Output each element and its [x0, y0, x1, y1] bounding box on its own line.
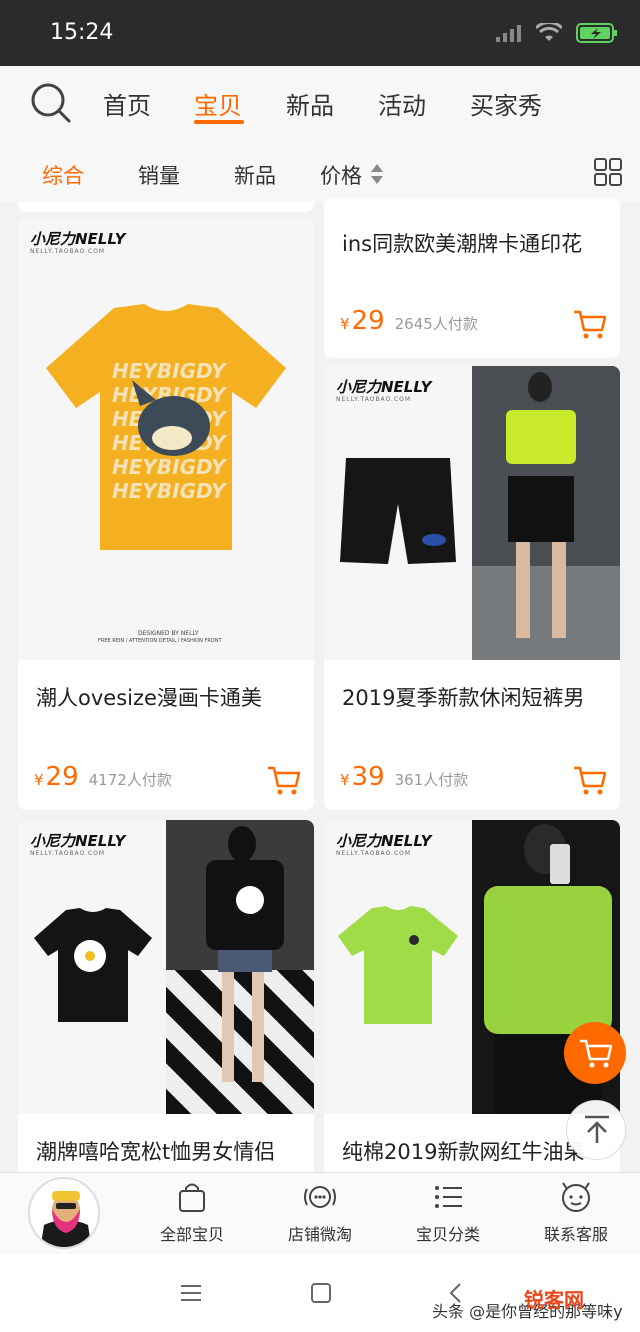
yellow-tshirt-image: HEYBIGDY HEYBIGDY HEYBIGDY HEYBIGDY HEYB… [46, 304, 286, 550]
cart-icon[interactable] [266, 764, 300, 796]
product-card[interactable]: 小尼力NELLY NELLY.TAOBAO.COM 2019夏季新款休闲短裤男 … [324, 366, 620, 810]
bottom-label: 店铺微淘 [287, 1225, 352, 1244]
status-icons [496, 22, 618, 44]
status-time: 15:24 [50, 20, 114, 45]
sold-count: 4172人付款 [88, 771, 172, 789]
wifi-icon [536, 23, 562, 41]
print-line: HEYBIGDY [112, 359, 228, 383]
price-row: ¥ 29 4172人付款 [34, 762, 172, 792]
product-card[interactable]: ins同款欧美潮牌卡通印花 ¥ 29 2645人付款 [324, 198, 620, 358]
product-price: 29 [351, 306, 385, 336]
brand-sub: NELLY.TAOBAO.COM [336, 396, 412, 403]
shop-avatar[interactable] [28, 1177, 100, 1249]
tab-items[interactable]: 宝贝 [194, 86, 242, 121]
bottom-label: 联系客服 [543, 1225, 608, 1244]
bottom-label: 宝贝分类 [415, 1225, 480, 1244]
product-card-partial [18, 202, 314, 212]
sort-arrows-icon [371, 164, 383, 184]
product-image: 小尼力NELLY NELLY.TAOBAO.COM [324, 366, 620, 660]
bottom-label: 全部宝贝 [159, 1225, 224, 1244]
green-tshirt-image [338, 906, 458, 1024]
product-title: ins同款欧美潮牌卡通印花 [342, 232, 583, 256]
tab-new[interactable]: 新品 [286, 86, 334, 121]
product-image: 小尼力NELLY NELLY.TAOBAO.COM HEYBIGDY HEYBI… [18, 218, 314, 660]
model-photo [472, 366, 620, 660]
brand-logo: 小尼力NELLY [30, 832, 126, 850]
model-photo [166, 820, 314, 1114]
sort-bar: 综合 销量 新品 价格 [0, 144, 640, 202]
price-row: ¥ 29 2645人付款 [340, 306, 478, 336]
currency-symbol: ¥ [340, 315, 350, 333]
home-icon[interactable] [311, 1283, 331, 1303]
shop-bottom-bar: 全部宝贝 店铺微淘 宝贝分类 联系客服 [0, 1172, 640, 1254]
brand-logo: 小尼力NELLY [336, 378, 432, 396]
product-card[interactable]: 小尼力NELLY NELLY.TAOBAO.COM HEYBIGDY HEYBI… [18, 218, 314, 810]
battery-icon [576, 23, 617, 43]
status-bar: 15:24 [0, 0, 640, 66]
cart-icon[interactable] [572, 764, 606, 796]
brand-sub: NELLY.TAOBAO.COM [30, 248, 106, 255]
currency-symbol: ¥ [34, 771, 44, 789]
shop-feed-button[interactable]: 店铺微淘 [265, 1181, 375, 1245]
bag-icon [179, 1183, 205, 1212]
product-image: 小尼力NELLY NELLY.TAOBAO.COM [18, 820, 314, 1114]
shop-nav: 首页 宝贝 新品 活动 买家秀 [0, 66, 640, 144]
list-icon [435, 1186, 462, 1208]
tab-home[interactable]: 首页 [103, 86, 151, 121]
floating-cart-button[interactable] [564, 1022, 626, 1084]
service-face-icon [562, 1182, 590, 1212]
design-tagline: FREE REIN / ATTENTION DETAIL / FASHION F… [98, 638, 222, 644]
avatar-image [30, 1179, 98, 1247]
product-price: 29 [45, 762, 79, 792]
black-shorts-image [340, 458, 456, 564]
tab-buyer-show[interactable]: 买家秀 [470, 86, 542, 121]
brand-logo: 小尼力NELLY [336, 832, 432, 850]
search-icon[interactable] [30, 82, 72, 124]
menu-icon[interactable] [180, 1284, 202, 1302]
sort-sales[interactable]: 销量 [138, 160, 180, 190]
sort-new[interactable]: 新品 [234, 160, 276, 190]
print-line: HEYBIGDY [112, 455, 228, 479]
customer-service-button[interactable]: 联系客服 [521, 1181, 631, 1245]
design-tag: DESIGNED BY NELLY [138, 630, 199, 637]
all-items-button[interactable]: 全部宝贝 [137, 1181, 247, 1245]
sold-count: 2645人付款 [394, 315, 478, 333]
active-tab-indicator [194, 120, 244, 124]
currency-symbol: ¥ [340, 771, 350, 789]
product-title: 潮人ovesize漫画卡通美 [36, 686, 262, 710]
product-title: 潮牌嘻哈宽松t恤男女情侣 [36, 1140, 276, 1164]
arrow-up-icon [585, 1115, 609, 1143]
back-to-top-button[interactable] [566, 1100, 626, 1160]
sold-count: 361人付款 [394, 771, 469, 789]
cart-icon[interactable] [572, 308, 606, 340]
print-line: HEYBIGDY [112, 479, 228, 503]
brand-logo: 小尼力NELLY [30, 230, 126, 248]
brand-sub: NELLY.TAOBAO.COM [336, 850, 412, 857]
product-price: 39 [351, 762, 385, 792]
sort-comprehensive[interactable]: 综合 [42, 160, 84, 190]
broadcast-icon [304, 1186, 336, 1208]
product-card[interactable]: 小尼力NELLY NELLY.TAOBAO.COM 潮牌嘻哈宽松t恤男女情侣 [18, 820, 314, 1180]
product-title: 2019夏季新款休闲短裤男 [342, 686, 585, 710]
sort-price[interactable]: 价格 [320, 160, 362, 190]
categories-button[interactable]: 宝贝分类 [393, 1181, 503, 1245]
grid-view-icon[interactable] [594, 158, 622, 186]
watermark-logo: 锐客网 [524, 1288, 584, 1312]
signal-icon [496, 25, 521, 42]
price-row: ¥ 39 361人付款 [340, 762, 468, 792]
brand-sub: NELLY.TAOBAO.COM [30, 850, 106, 857]
black-tshirt-image [34, 908, 152, 1022]
tab-events[interactable]: 活动 [378, 86, 426, 121]
cart-icon [580, 1039, 612, 1068]
